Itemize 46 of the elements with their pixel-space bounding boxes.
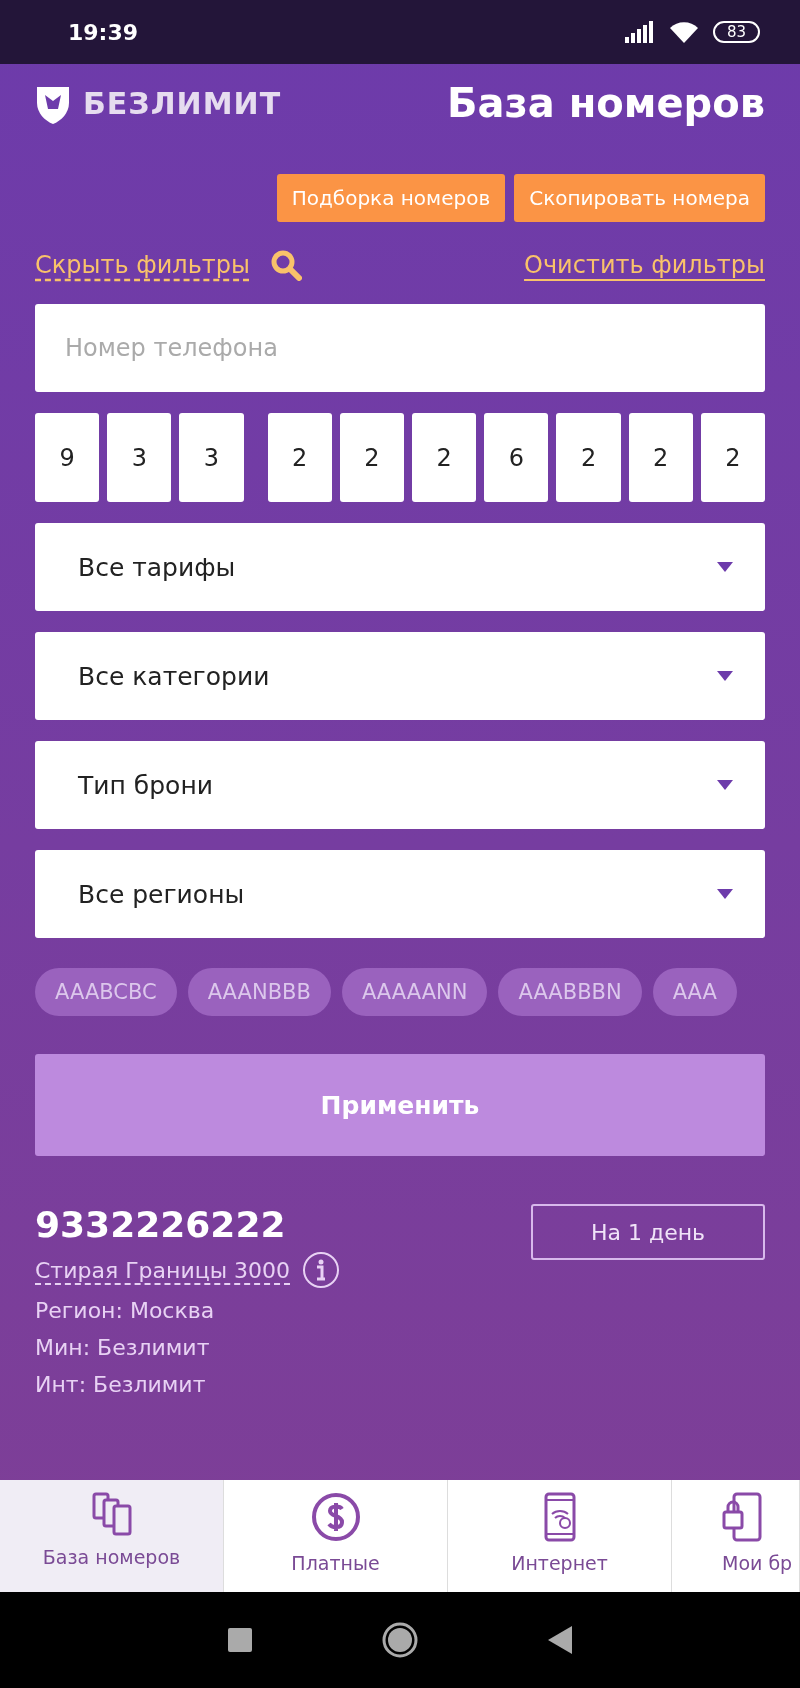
dropdown-value: Все категории xyxy=(78,661,270,691)
dropdown-select[interactable]: Все регионы xyxy=(35,850,765,938)
signal-icon xyxy=(624,21,655,43)
digit-field[interactable]: 2 xyxy=(412,413,477,502)
dropdown-value: Все тарифы xyxy=(78,552,236,582)
dropdown-select[interactable]: Все тарифы xyxy=(35,523,765,611)
caret-icon xyxy=(717,671,733,681)
caret-icon xyxy=(717,889,733,899)
status-time: 19:39 xyxy=(68,19,139,45)
digit-field[interactable]: 2 xyxy=(556,413,621,502)
digit-field[interactable]: 6 xyxy=(484,413,549,502)
wifi-icon xyxy=(668,21,699,43)
nav-tab[interactable]: База номеров xyxy=(0,1480,224,1592)
digit-field[interactable]: 2 xyxy=(339,413,404,502)
dropdown-value: Все регионы xyxy=(78,879,245,909)
digit-field[interactable]: 2 xyxy=(628,413,693,502)
digit-field[interactable]: 2 xyxy=(267,413,332,502)
dollar-icon xyxy=(310,1492,361,1542)
info-icon[interactable] xyxy=(302,1251,341,1289)
phone-number: 9332226222 xyxy=(35,1204,287,1245)
back-icon[interactable] xyxy=(548,1626,572,1654)
digit-field[interactable]: 9 xyxy=(35,413,100,502)
clear-filters-link[interactable]: Очистить фильтры xyxy=(524,251,765,279)
number-detail: Мин: Безлимит xyxy=(35,1334,211,1362)
phone-input-field[interactable]: Номер телефона xyxy=(35,304,765,392)
home-icon[interactable] xyxy=(382,1622,418,1658)
logo-text: БЕЗЛИМИТ xyxy=(83,85,282,121)
phone-lock-icon xyxy=(722,1492,762,1542)
page-title: База номеров xyxy=(447,80,765,126)
caret-icon xyxy=(717,780,733,790)
dropdown-value: Тип брони xyxy=(78,770,213,800)
phone-wifi-icon xyxy=(543,1492,576,1542)
dropdown-select[interactable]: Тип брони xyxy=(35,741,765,829)
caret-icon xyxy=(717,562,733,572)
phones-icon xyxy=(91,1492,132,1536)
digit-field[interactable]: 3 xyxy=(107,413,172,502)
reserve-button[interactable]: На 1 день xyxy=(531,1204,765,1260)
dropdown-select[interactable]: Все категории xyxy=(35,632,765,720)
digit-field[interactable]: 3 xyxy=(179,413,244,502)
search-icon[interactable] xyxy=(269,249,302,281)
number-detail: Инт: Безлимит xyxy=(35,1371,207,1399)
tariff-link[interactable]: Стирая Границы 3000 xyxy=(35,1257,291,1283)
hide-filters-link[interactable]: Скрыть фильтры xyxy=(35,251,250,279)
number-detail: Регион: Москва xyxy=(35,1297,216,1325)
battery-indicator: 83 xyxy=(712,21,760,43)
digit-field[interactable]: 2 xyxy=(700,413,766,502)
